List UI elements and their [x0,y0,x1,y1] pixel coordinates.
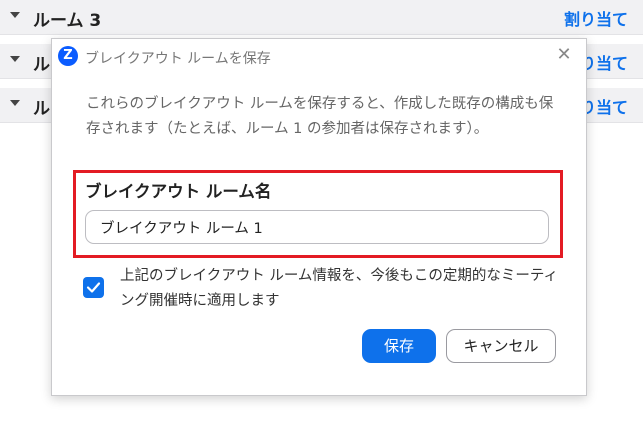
cancel-button[interactable]: キャンセル [446,329,556,363]
zoom-logo-icon: Z [58,46,78,66]
close-icon[interactable]: ✕ [554,45,574,65]
caret-down-icon[interactable] [10,56,20,62]
apply-recurring-checkbox[interactable] [83,277,104,298]
room-name-label: ブレイクアウト ルーム名 [85,182,272,201]
room-name: ルーム 3 [33,11,102,31]
dialog-title: ブレイクアウト ルームを保存 [85,51,271,67]
room-row[interactable]: ルーム 3 割り当て [0,0,643,35]
assign-link[interactable]: 割り当て [564,6,628,30]
dialog-description: これらのブレイクアウト ルームを保存すると、作成した既存の構成も保存されます（た… [86,96,554,137]
dialog-title-bar: Z ブレイクアウト ルームを保存 ✕ [52,39,586,75]
save-button[interactable]: 保存 [362,329,436,363]
caret-down-icon[interactable] [10,100,20,106]
apply-recurring-label: 上記のブレイクアウト ルーム情報を、今後もこの定期的なミーティング開催時に適用し… [120,268,559,309]
caret-down-icon[interactable] [10,12,20,18]
save-breakout-dialog: Z ブレイクアウト ルームを保存 ✕ これらのブレイクアウト ルームを保存すると… [51,38,587,396]
checkmark-icon [86,282,101,293]
room-name-input[interactable] [85,210,549,244]
